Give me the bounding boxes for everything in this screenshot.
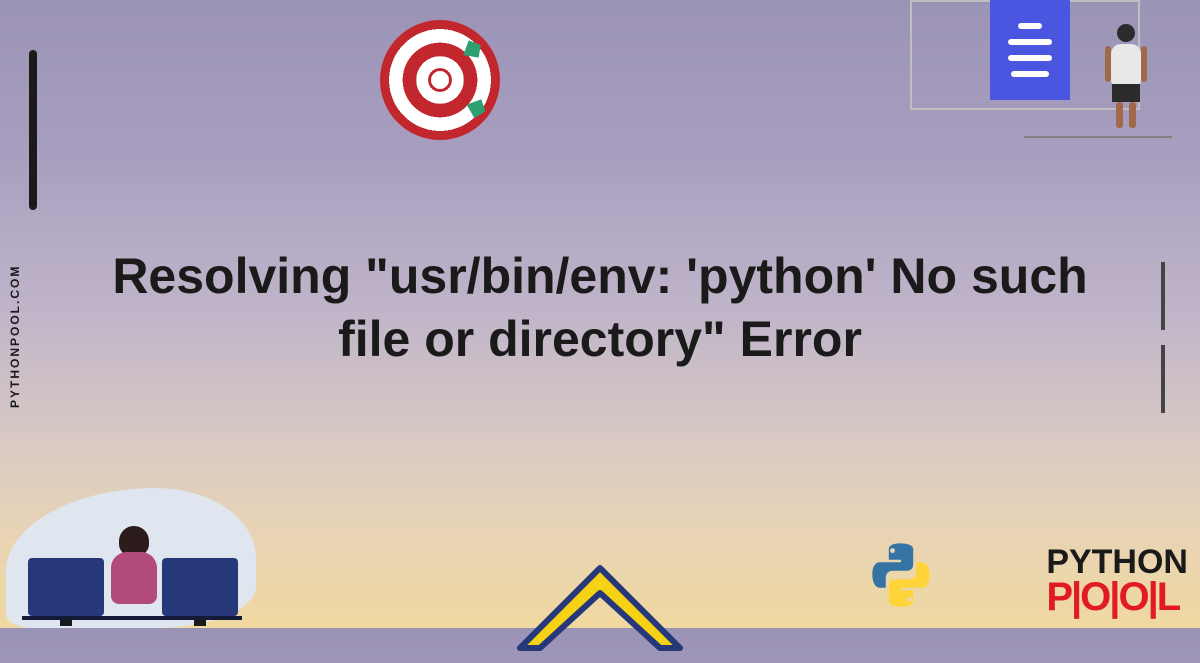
menu-icon — [990, 0, 1070, 100]
article-title: Resolving "usr/bin/env: 'python' No such… — [100, 245, 1100, 370]
logo-line2: P|O|O|L — [1046, 578, 1188, 616]
accent-bar — [29, 50, 37, 210]
pythonpool-logo: PYTHON P|O|O|L — [1046, 546, 1188, 616]
site-url: PYTHONPOOL.COM — [8, 265, 22, 408]
accent-bar-right — [1161, 262, 1165, 330]
chevron-up-icon — [510, 538, 690, 658]
target-icon — [370, 10, 510, 150]
desk-person-illustration — [6, 468, 256, 628]
python-logo-icon — [862, 536, 940, 614]
ground-line — [1024, 136, 1172, 138]
logo-line1: PYTHON — [1046, 546, 1188, 578]
accent-bar-right — [1161, 345, 1165, 413]
standing-person-illustration — [1104, 24, 1148, 136]
